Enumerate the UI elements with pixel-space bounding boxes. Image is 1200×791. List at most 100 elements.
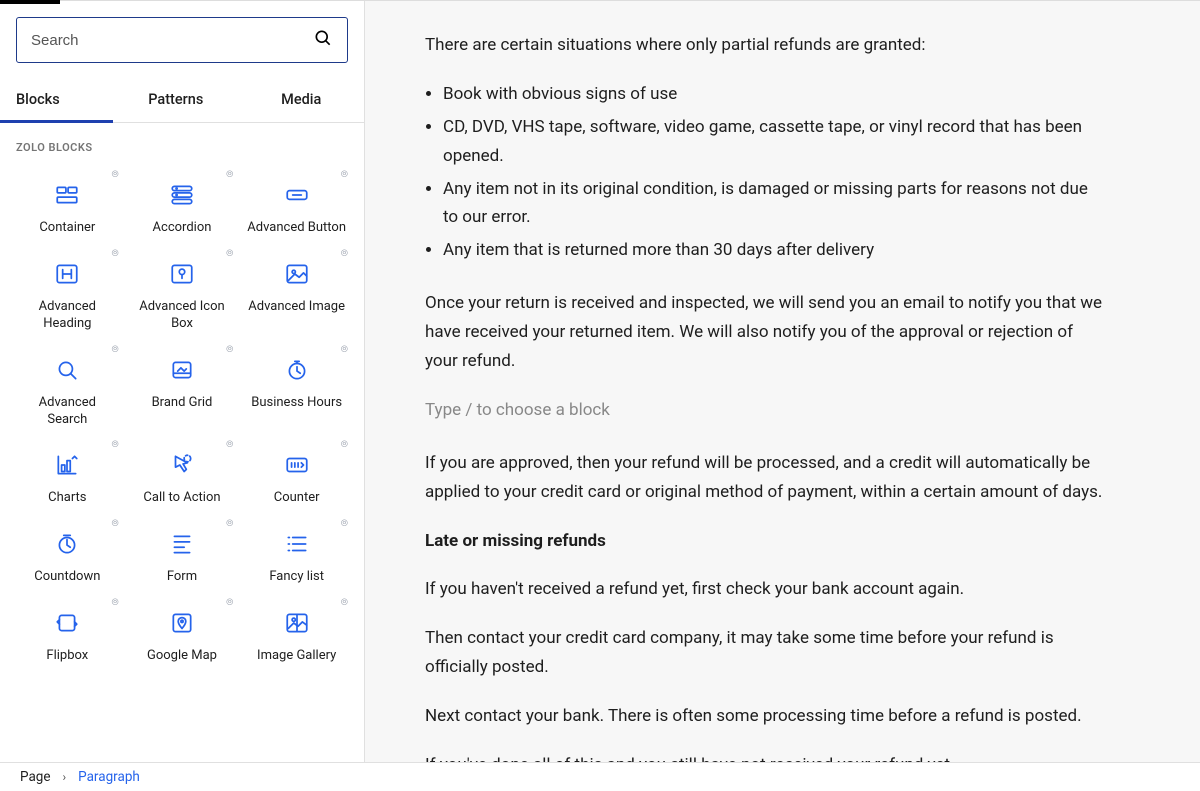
breadcrumb: Page › Paragraph bbox=[0, 762, 1200, 791]
block-label: Fancy list bbox=[269, 569, 324, 586]
list-item[interactable]: Any item that is returned more than 30 d… bbox=[443, 236, 1105, 265]
block-item-clock[interactable]: ⦾ Business Hours bbox=[239, 339, 354, 435]
block-badge-icon: ⦾ bbox=[341, 170, 348, 180]
paragraph[interactable]: If you haven't received a refund yet, fi… bbox=[425, 575, 1105, 604]
block-badge-icon: ⦾ bbox=[226, 440, 233, 450]
block-item-map[interactable]: ⦾ Google Map bbox=[125, 592, 240, 671]
charts-icon bbox=[54, 452, 80, 478]
paragraph[interactable]: If you are approved, then your refund wi… bbox=[425, 449, 1105, 507]
tab-patterns[interactable]: Patterns bbox=[113, 79, 239, 122]
block-item-form[interactable]: ⦾ Form bbox=[125, 513, 240, 592]
search-wrap bbox=[0, 1, 364, 79]
top-marker bbox=[0, 0, 60, 4]
tab-media[interactable]: Media bbox=[239, 79, 365, 122]
tab-blocks[interactable]: Blocks bbox=[0, 79, 113, 122]
block-label: Advanced Button bbox=[247, 220, 346, 237]
paragraph[interactable]: If you've done all of this and you still… bbox=[425, 751, 1105, 762]
block-item-search[interactable]: ⦾ Advanced Search bbox=[10, 339, 125, 435]
map-icon bbox=[169, 610, 195, 636]
document-content: There are certain situations where only … bbox=[425, 31, 1105, 762]
block-label: Business Hours bbox=[251, 395, 342, 412]
paragraph[interactable]: There are certain situations where only … bbox=[425, 31, 1105, 60]
block-badge-icon: ⦾ bbox=[226, 170, 233, 180]
block-item-flipbox[interactable]: ⦾ Flipbox bbox=[10, 592, 125, 671]
block-item-countdown[interactable]: ⦾Countdown bbox=[10, 513, 125, 592]
block-label: Call to Action bbox=[143, 490, 220, 507]
block-item-charts[interactable]: ⦾ Charts bbox=[10, 434, 125, 513]
block-badge-icon: ⦾ bbox=[226, 345, 233, 355]
breadcrumb-item[interactable]: Paragraph bbox=[78, 769, 140, 785]
form-icon bbox=[169, 531, 195, 557]
block-item-gallery[interactable]: ⦾Image Gallery bbox=[239, 592, 354, 671]
paragraph[interactable]: Next contact your bank. There is often s… bbox=[425, 702, 1105, 731]
breadcrumb-item[interactable]: Page bbox=[20, 769, 51, 785]
block-label: Advanced Heading bbox=[17, 299, 117, 333]
search-icon bbox=[313, 28, 333, 52]
block-badge-icon: ⦾ bbox=[341, 440, 348, 450]
block-label: Brand Grid bbox=[152, 395, 213, 412]
search-box[interactable] bbox=[16, 17, 348, 63]
block-item-accordion[interactable]: ⦾ Accordion bbox=[125, 164, 240, 243]
counter-icon bbox=[284, 452, 310, 478]
block-item-cta[interactable]: ⦾ Call to Action bbox=[125, 434, 240, 513]
heading-strong[interactable]: Late or missing refunds bbox=[425, 527, 1105, 556]
list-item[interactable]: Any item not in its original condition, … bbox=[443, 175, 1105, 233]
cta-icon bbox=[169, 452, 195, 478]
block-label: Google Map bbox=[147, 648, 217, 665]
inserter-tabs: Blocks Patterns Media bbox=[0, 79, 364, 123]
block-label: Advanced Search bbox=[17, 395, 117, 429]
block-label: Advanced Icon Box bbox=[132, 299, 232, 333]
block-badge-icon: ⦾ bbox=[341, 598, 348, 608]
list-item[interactable]: Book with obvious signs of use bbox=[443, 80, 1105, 109]
paragraph[interactable]: Then contact your credit card company, i… bbox=[425, 624, 1105, 682]
image-icon bbox=[284, 261, 310, 287]
block-item-heading[interactable]: ⦾ Advanced Heading bbox=[10, 243, 125, 339]
brandgrid-icon bbox=[169, 357, 195, 383]
section-label: ZOLO BLOCKS bbox=[0, 123, 364, 158]
block-item-iconbox[interactable]: ⦾ Advanced Icon Box bbox=[125, 243, 240, 339]
block-label: Counter bbox=[274, 490, 320, 507]
block-label: Flipbox bbox=[46, 648, 88, 665]
chevron-right-icon: › bbox=[63, 770, 67, 784]
block-badge-icon: ⦾ bbox=[341, 345, 348, 355]
bullet-list[interactable]: Book with obvious signs of use CD, DVD, … bbox=[425, 80, 1105, 265]
list-item[interactable]: CD, DVD, VHS tape, software, video game,… bbox=[443, 113, 1105, 171]
editor-canvas[interactable]: There are certain situations where only … bbox=[365, 1, 1200, 762]
block-badge-icon: ⦾ bbox=[111, 598, 118, 608]
block-badge-icon: ⦾ bbox=[111, 440, 118, 450]
block-badge-icon: ⦾ bbox=[341, 519, 348, 529]
iconbox-icon bbox=[169, 261, 195, 287]
block-label: Container bbox=[39, 220, 95, 237]
block-placeholder[interactable]: Type / to choose a block bbox=[425, 396, 1105, 425]
heading-icon bbox=[54, 261, 80, 287]
block-label: Advanced Image bbox=[248, 299, 345, 316]
block-label: Form bbox=[167, 569, 197, 586]
block-badge-icon: ⦾ bbox=[111, 170, 118, 180]
inserter-sidebar: Blocks Patterns Media ZOLO BLOCKS ⦾ Conta… bbox=[0, 1, 365, 762]
blocks-grid: ⦾ Container ⦾ Accordion ⦾ Advanced Button ⦾ Adv… bbox=[0, 158, 364, 681]
block-item-fancylist[interactable]: ⦾ Fancy list bbox=[239, 513, 354, 592]
block-badge-icon: ⦾ bbox=[226, 249, 233, 259]
paragraph[interactable]: Once your return is received and inspect… bbox=[425, 289, 1105, 376]
clock-icon bbox=[284, 357, 310, 383]
search-input[interactable] bbox=[31, 32, 313, 49]
search-icon bbox=[54, 357, 80, 383]
block-label: Accordion bbox=[153, 220, 212, 237]
block-badge-icon: ⦾ bbox=[111, 249, 118, 259]
container-icon bbox=[54, 182, 80, 208]
accordion-icon bbox=[169, 182, 195, 208]
block-item-counter[interactable]: ⦾ Counter bbox=[239, 434, 354, 513]
block-item-container[interactable]: ⦾ Container bbox=[10, 164, 125, 243]
block-badge-icon: ⦾ bbox=[111, 345, 118, 355]
block-badge-icon: ⦾ bbox=[226, 598, 233, 608]
block-item-button[interactable]: ⦾ Advanced Button bbox=[239, 164, 354, 243]
block-item-image[interactable]: ⦾ Advanced Image bbox=[239, 243, 354, 339]
app-shell: Blocks Patterns Media ZOLO BLOCKS ⦾ Conta… bbox=[0, 0, 1200, 762]
block-item-brandgrid[interactable]: ⦾ Brand Grid bbox=[125, 339, 240, 435]
block-label: Charts bbox=[48, 490, 86, 507]
block-badge-icon: ⦾ bbox=[341, 249, 348, 259]
button-icon bbox=[284, 182, 310, 208]
block-badge-icon: ⦾ bbox=[226, 519, 233, 529]
block-badge-icon: ⦾ bbox=[111, 519, 118, 529]
countdown-icon bbox=[54, 531, 80, 557]
